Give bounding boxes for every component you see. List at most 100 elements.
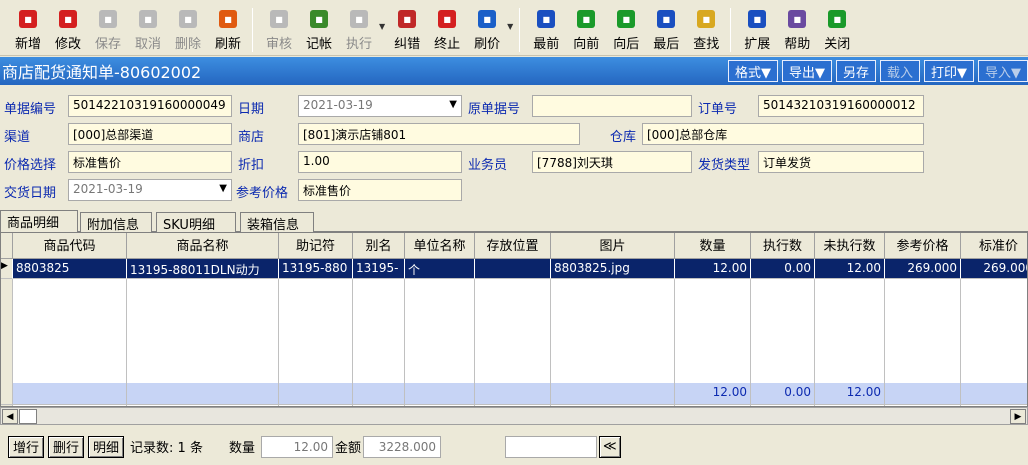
toolbar-button-help[interactable]: ■ 帮助 [777,8,817,52]
column-header[interactable]: 执行数 [751,233,815,259]
toolbar-button-label: 帮助 [784,37,811,52]
delivery-date-picker[interactable]: 2021-03-19 ▼ [68,179,232,201]
toolbar-button-prev[interactable]: ■ 向前 [566,8,606,52]
quick-input[interactable] [505,435,597,458]
scroll-left-icon[interactable]: ◀ [2,409,18,424]
toolbar-button-execute[interactable]: ■ 执行 [339,8,379,52]
detail-button[interactable]: 明细 [88,435,125,458]
scroll-thumb[interactable] [19,409,37,424]
grid-cell: 12.00 [675,383,751,405]
stop-icon: ■ [438,10,457,28]
toolbar-button-next[interactable]: ■ 向后 [606,8,646,52]
column-header[interactable]: 商品代码 [13,233,127,259]
toolbar-separator [730,8,732,52]
toolbar-button-search[interactable]: ■ 查找 [686,8,726,52]
grid-cell [127,383,279,405]
salesman-field[interactable]: [7788]刘天琪 [532,151,692,173]
column-header[interactable]: 存放位置 [475,233,551,259]
search-icon: ■ [697,10,716,28]
toolbar-button-label: 向后 [613,37,640,52]
save-icon: ■ [99,10,117,28]
column-header[interactable]: 未执行数 [815,233,885,259]
record-count: 记录数: 1 条 [130,441,203,456]
goods-grid: 商品代码 商品名称 助记符 别名 单位名称 存放位置 图片 数量 执行数 未执行数 参考价格 标准价 ▶… [0,232,1028,407]
chevron-down-icon[interactable]: ▼ [379,22,385,31]
total-amount: 3228.000 [363,435,441,458]
toolbar-button-last[interactable]: ■ 最后 [646,8,686,52]
detail-tabs: 商品明细 附加信息 SKU明细 装箱信息 [0,210,1028,233]
qty-label: 数量 [228,441,255,456]
channel-field[interactable]: [000]总部渠道 [68,123,232,145]
toolbar-button-audit[interactable]: ■ 审核 [259,8,299,52]
chevron-down-icon[interactable]: ▼ [219,183,227,194]
collapse-button[interactable]: ≪ [599,435,621,458]
order-no-field[interactable]: 50143210319160000012 [758,95,924,117]
title-button-3[interactable]: 载入 [879,60,920,82]
warehouse-label: 仓库 [610,130,637,145]
warehouse-field[interactable]: [000]总部仓库 [642,123,924,145]
column-header[interactable]: 商品名称 [127,233,279,259]
horizontal-scrollbar[interactable]: ◀ ▶ [0,407,1028,425]
toolbar-button-extend[interactable]: ■ 扩展 [737,8,777,52]
store-field[interactable]: [801]演示店铺801 [298,123,580,145]
refresh-icon: ■ [219,10,237,28]
title-button-2[interactable]: 另存 [835,60,876,82]
column-header[interactable]: 标准价 [961,233,1027,259]
tab-extra-info[interactable]: 附加信息 [80,212,152,233]
delete-row-button[interactable]: 删行 [48,435,85,458]
toolbar-button-label: 新增 [14,37,41,52]
add-row-button[interactable]: 增行 [8,435,45,458]
tab-goods-detail[interactable]: 商品明细 [0,210,78,233]
discount-field[interactable]: 1.00 [298,151,462,173]
tab-sku-detail[interactable]: SKU明细 [156,212,236,233]
column-header[interactable]: 图片 [551,233,675,259]
toolbar-button-delete[interactable]: ■ 删除 [168,8,208,52]
title-button-4[interactable]: 打印▼ [924,60,974,82]
order-no-label: 订单号 [698,102,738,117]
salesman-label: 业务员 [468,158,508,173]
store-label: 商店 [238,130,265,145]
title-button-0[interactable]: 格式▼ [727,60,778,82]
toolbar-button-undo[interactable]: ■ 取消 [128,8,168,52]
toolbar-button-label: 最前 [533,37,560,52]
column-header[interactable]: 别名 [353,233,405,259]
price-select-field[interactable]: 标准售价 [68,151,232,173]
table-row[interactable]: ▶ 8803825 13195-88011DLN动力 13195-880 13195- 个… [1,259,1027,279]
toolbar-button-first[interactable]: ■ 最前 [526,8,566,52]
delivery-date-value: 2021-03-19 [73,182,143,196]
grid-cell: 个 [405,259,475,279]
toolbar-button-bookkeep[interactable]: ■ 记帐 [299,8,339,52]
grid-cell: 13195- [353,259,405,279]
column-header[interactable]: 单位名称 [405,233,475,259]
orig-no-label: 原单据号 [468,102,521,117]
toolbar-button-save[interactable]: ■ 保存 [88,8,128,52]
toolbar-button-add[interactable]: ■ 新增 [8,8,48,52]
column-header[interactable]: 助记符 [279,233,353,259]
ref-price-field[interactable]: 标准售价 [298,179,462,201]
tab-packing-info[interactable]: 装箱信息 [240,212,314,233]
chevron-down-icon[interactable]: ▼ [507,22,513,31]
title-button-5[interactable]: 导入▼ [978,60,1028,82]
toolbar-button-reprice[interactable]: ■ 刷价 [467,8,507,52]
column-header[interactable]: 数量 [675,233,751,259]
grid-cell: 269.000 [885,259,961,279]
amount-label: 金额 [334,441,361,456]
audit-icon: ■ [270,10,288,28]
add-icon: ■ [19,10,37,28]
toolbar-button-stop[interactable]: ■ 终止 [427,8,467,52]
grid-cell [279,383,353,405]
orig-no-field[interactable] [532,95,692,117]
toolbar-button-refresh[interactable]: ■ 刷新 [208,8,248,52]
ship-type-field[interactable]: 订单发货 [758,151,924,173]
chevron-down-icon[interactable]: ▼ [449,99,457,110]
column-header[interactable]: 参考价格 [885,233,961,259]
title-button-1[interactable]: 导出▼ [781,60,832,82]
toolbar-button-edit[interactable]: ■ 修改 [48,8,88,52]
doc-no-field[interactable]: 50142210319160000049 [68,95,232,117]
doc-no-label: 单据编号 [4,102,57,117]
toolbar-button-close[interactable]: ■ 关闭 [817,8,857,52]
scroll-right-icon[interactable]: ▶ [1010,409,1026,424]
date-picker[interactable]: 2021-03-19 ▼ [298,95,462,117]
toolbar-button-correct[interactable]: ■ 纠错 [387,8,427,52]
close-icon: ■ [828,10,847,28]
